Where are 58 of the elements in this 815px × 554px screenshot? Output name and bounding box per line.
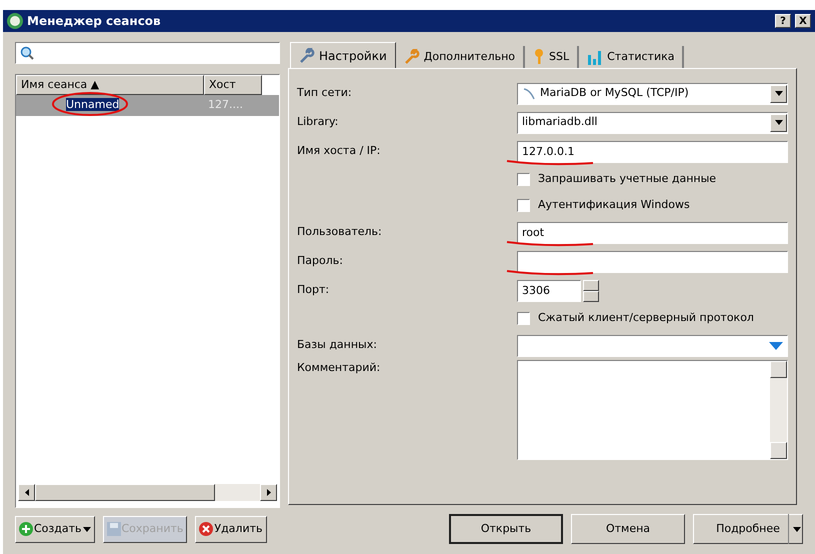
text-field[interactable]: root <box>517 222 788 244</box>
search-icon <box>20 46 34 60</box>
app-logo-icon <box>7 13 23 29</box>
delete-icon <box>199 522 214 536</box>
text-field[interactable] <box>517 250 788 272</box>
key-icon <box>533 49 546 65</box>
field-label: Порт: <box>297 282 330 298</box>
field-label: Пароль: <box>297 253 344 270</box>
database-combo[interactable] <box>517 334 788 356</box>
checkbox-option[interactable]: Аутентификация Windows <box>517 196 690 214</box>
horizontal-scrollbar[interactable] <box>18 484 277 501</box>
dialog-button[interactable]: Открыть <box>449 514 563 544</box>
tab[interactable]: Дополнительно <box>396 46 526 68</box>
bar-chart-icon <box>587 49 604 65</box>
toolbar-button[interactable]: Создать <box>15 516 94 542</box>
port-field[interactable]: 3306 <box>517 280 581 302</box>
field-label: Имя хоста / IP: <box>297 143 382 160</box>
scroll-left-icon <box>24 489 28 496</box>
spin-buttons[interactable] <box>583 280 599 302</box>
dialog-button[interactable]: Подробнее <box>693 514 803 544</box>
dialog-button[interactable]: Отмена <box>571 514 685 544</box>
title-bar-button[interactable]: ? <box>775 14 791 28</box>
tab[interactable]: Настройки <box>290 42 396 68</box>
dropdown-arrow-icon <box>774 91 782 96</box>
session-name: Unnamed <box>66 98 120 112</box>
dropdown-arrow-icon <box>769 342 783 350</box>
scroll-up-button[interactable] <box>770 361 787 378</box>
network-select[interactable]: MariaDB or MySQL (TCP/IP) <box>517 82 788 104</box>
text-field[interactable]: 127.0.0.1 <box>517 140 788 162</box>
host-cell-text: 127.... <box>207 97 244 114</box>
session-row[interactable]: Unnamed 127.... <box>16 95 279 116</box>
column-header[interactable]: Имя сеанса ▲ <box>16 75 204 95</box>
tab[interactable]: Статистика <box>579 46 684 68</box>
field-label: Пользователь: <box>297 224 383 240</box>
wrench-icon <box>404 49 420 65</box>
toolbar-button[interactable]: Удалить <box>195 516 266 542</box>
title-bar-button[interactable]: X <box>795 14 811 28</box>
tab[interactable]: SSL <box>525 46 580 68</box>
checkbox[interactable] <box>517 198 530 212</box>
column-header[interactable]: Хост <box>204 75 262 95</box>
dropdown-arrow-icon <box>82 526 90 532</box>
wrench-icon <box>299 48 315 64</box>
field-label: Library: <box>297 114 340 130</box>
scroll-down-button[interactable] <box>770 442 787 459</box>
checkbox[interactable] <box>517 172 530 186</box>
scroll-right-icon <box>266 489 270 496</box>
dropdown-arrow-icon <box>774 120 782 125</box>
window-title: Менеджер сеансов <box>27 13 162 30</box>
checkbox[interactable] <box>517 312 530 324</box>
search-field[interactable] <box>15 42 280 64</box>
checkbox-option[interactable]: Запрашивать учетные данные <box>517 170 716 188</box>
plus-icon <box>19 522 33 536</box>
field-label: Комментарий: <box>297 360 382 376</box>
network-select[interactable]: libmariadb.dll <box>517 112 788 134</box>
dropdown-arrow-icon <box>792 526 800 532</box>
field-label: Тип сети: <box>297 85 353 102</box>
checkbox-option[interactable]: Сжатый клиент/серверный протокол <box>517 310 754 326</box>
field-label: Базы данных: <box>297 337 378 354</box>
